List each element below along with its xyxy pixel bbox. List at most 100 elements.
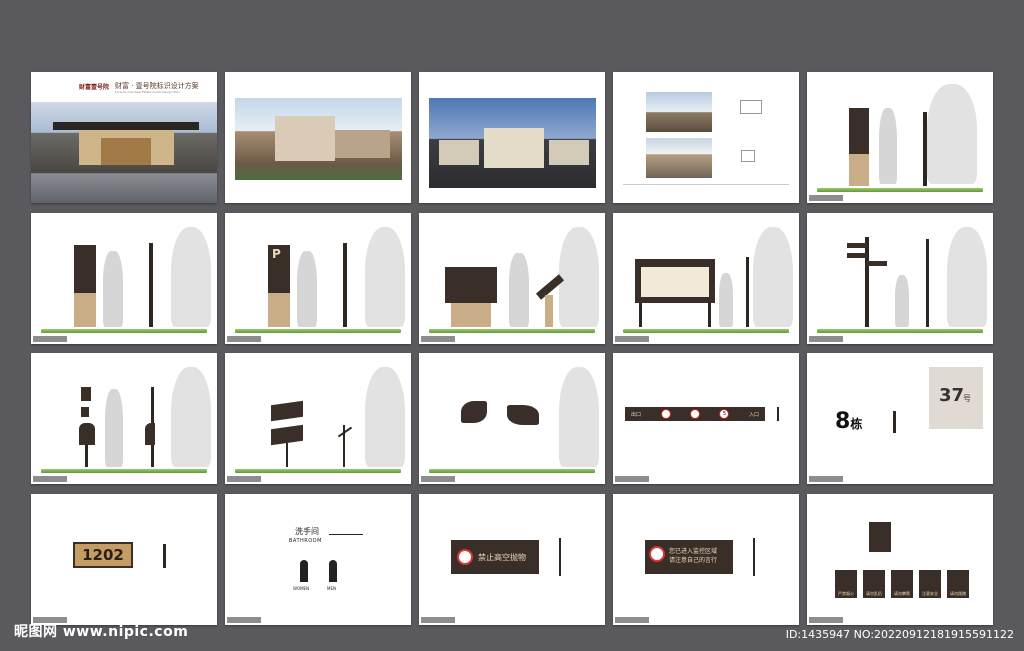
page-footer-bar bbox=[421, 476, 455, 482]
rendering-photo bbox=[646, 92, 712, 132]
signpost-pole bbox=[865, 237, 869, 327]
monitor-line1: 您已进入监控区域 bbox=[669, 548, 718, 555]
grass-strip bbox=[235, 329, 401, 333]
page-parking-sign[interactable]: P bbox=[225, 213, 411, 344]
sign-base bbox=[268, 293, 290, 327]
tree-silhouette bbox=[753, 227, 793, 327]
page-footer-bar bbox=[421, 617, 455, 623]
lamp-pole bbox=[149, 243, 153, 327]
no-entry-icon bbox=[660, 409, 671, 419]
rendering-photo bbox=[646, 138, 712, 178]
page-footer-bar bbox=[615, 476, 649, 482]
page-bulletin-board[interactable] bbox=[613, 213, 799, 344]
page-no-throw-sign[interactable]: 禁止高空抛物 bbox=[419, 494, 605, 625]
men-label: MEN bbox=[327, 586, 336, 591]
warning-sign-small: 注意安全 bbox=[919, 570, 941, 598]
board-frame bbox=[635, 259, 715, 303]
page-direction-sign[interactable] bbox=[807, 213, 993, 344]
grass-strip bbox=[817, 329, 983, 333]
person-silhouette bbox=[105, 389, 123, 467]
parking-letter: P bbox=[272, 247, 281, 261]
no-horn-icon bbox=[689, 409, 700, 419]
page-aerial-1[interactable] bbox=[225, 72, 411, 203]
slanted-top bbox=[337, 426, 353, 438]
person-silhouette bbox=[719, 273, 733, 327]
page-footer-bar bbox=[227, 336, 261, 342]
page-footer-bar bbox=[615, 617, 649, 623]
lamp-pole bbox=[343, 243, 347, 327]
tree-silhouette bbox=[947, 227, 987, 327]
page-restroom-sign[interactable]: 洗手间 BATHROOM WOMEN MEN bbox=[225, 494, 411, 625]
board-post bbox=[639, 303, 642, 327]
page-footer-bar bbox=[809, 195, 843, 201]
page-footer-bar bbox=[421, 336, 455, 342]
men-icon bbox=[329, 560, 337, 582]
tree-silhouette bbox=[365, 227, 405, 327]
warning-text: 禁止高空抛物 bbox=[478, 552, 526, 562]
grass-strip bbox=[429, 329, 595, 333]
side-profile bbox=[163, 544, 166, 568]
page-main-sign[interactable] bbox=[807, 72, 993, 203]
person-silhouette bbox=[509, 253, 529, 327]
speed-limit-icon: 5 bbox=[719, 409, 730, 419]
page-warning-signs[interactable]: 严禁烟火 请勿乱扔 请勿攀爬 注意安全 请勿践踏 bbox=[807, 494, 993, 625]
page-footer-bar bbox=[809, 617, 843, 623]
grass-strip bbox=[817, 188, 983, 192]
page-room-number[interactable]: 1202 bbox=[31, 494, 217, 625]
rendering-photo bbox=[235, 98, 402, 180]
page-footer-bar bbox=[33, 476, 67, 482]
page-footer-bar bbox=[615, 336, 649, 342]
monitor-line2: 请注意自己的言行 bbox=[669, 557, 718, 564]
lamp-pole bbox=[746, 257, 749, 327]
warning-sign-small: 请勿乱扔 bbox=[863, 570, 885, 598]
person-silhouette bbox=[879, 108, 897, 184]
exit-label: 出口 bbox=[631, 411, 642, 418]
camera-icon bbox=[649, 546, 665, 562]
page-building-directory[interactable]: ··· bbox=[31, 213, 217, 344]
page-monitor-sign[interactable]: 您已进入监控区域 请注意自己的言行 bbox=[613, 494, 799, 625]
mailbox bbox=[79, 423, 95, 445]
house-number-photo: 37 号 bbox=[929, 367, 983, 429]
tree-silhouette bbox=[171, 367, 211, 467]
leaf-sign bbox=[507, 405, 539, 425]
page-entry-exit-sign[interactable]: 出口 5 入口 bbox=[613, 353, 799, 484]
direction-arm bbox=[867, 261, 887, 266]
grass-strip bbox=[41, 329, 207, 333]
rendering-photo bbox=[429, 98, 596, 188]
entry-label: 入口 bbox=[748, 411, 759, 418]
cover-logo: 财富壹号院 bbox=[79, 84, 110, 91]
page-header: ··· bbox=[36, 217, 39, 221]
grass-strip bbox=[429, 469, 595, 473]
page-cover[interactable]: 财富壹号院 财富 · 壹号院标识设计方案 Fortune One Real Es… bbox=[31, 72, 217, 203]
entry-exit-bar: 出口 5 入口 bbox=[625, 407, 765, 421]
cover-photo bbox=[31, 102, 217, 203]
person-silhouette bbox=[895, 275, 909, 327]
mailbox bbox=[145, 423, 155, 445]
page-aerial-2[interactable] bbox=[419, 72, 605, 203]
warning-panel: 禁止高空抛物 bbox=[451, 540, 539, 574]
watermark-id: ID:1435947 NO:20220912181915591122 bbox=[785, 628, 1014, 641]
warning-sign-small: 请勿践踏 bbox=[947, 570, 969, 598]
person-silhouette bbox=[297, 251, 317, 327]
page-building-number[interactable]: 8栋 37 号 bbox=[807, 353, 993, 484]
direction-arm bbox=[847, 243, 867, 248]
page-leaf-sign[interactable] bbox=[419, 353, 605, 484]
page-notice-board[interactable] bbox=[419, 213, 605, 344]
lawn-sign bbox=[271, 400, 303, 422]
page-mailbox[interactable] bbox=[31, 353, 217, 484]
plan-sketch bbox=[740, 100, 762, 114]
sign-base bbox=[74, 293, 96, 327]
tree-silhouette bbox=[559, 227, 599, 327]
post bbox=[286, 443, 288, 467]
cover-subtitle: Fortune One Real Estate Guide Design Pla… bbox=[115, 90, 180, 94]
sign-panel bbox=[74, 245, 96, 293]
tree-silhouette bbox=[365, 367, 405, 467]
page-lawn-sign[interactable] bbox=[225, 353, 411, 484]
sign-panel bbox=[81, 387, 91, 401]
side-profile bbox=[777, 407, 779, 421]
room-plate: 1202 bbox=[73, 542, 133, 568]
side-profile bbox=[753, 538, 755, 576]
page-site-plan[interactable] bbox=[613, 72, 799, 203]
post bbox=[85, 445, 88, 467]
parking-sign-panel: P bbox=[268, 245, 290, 293]
